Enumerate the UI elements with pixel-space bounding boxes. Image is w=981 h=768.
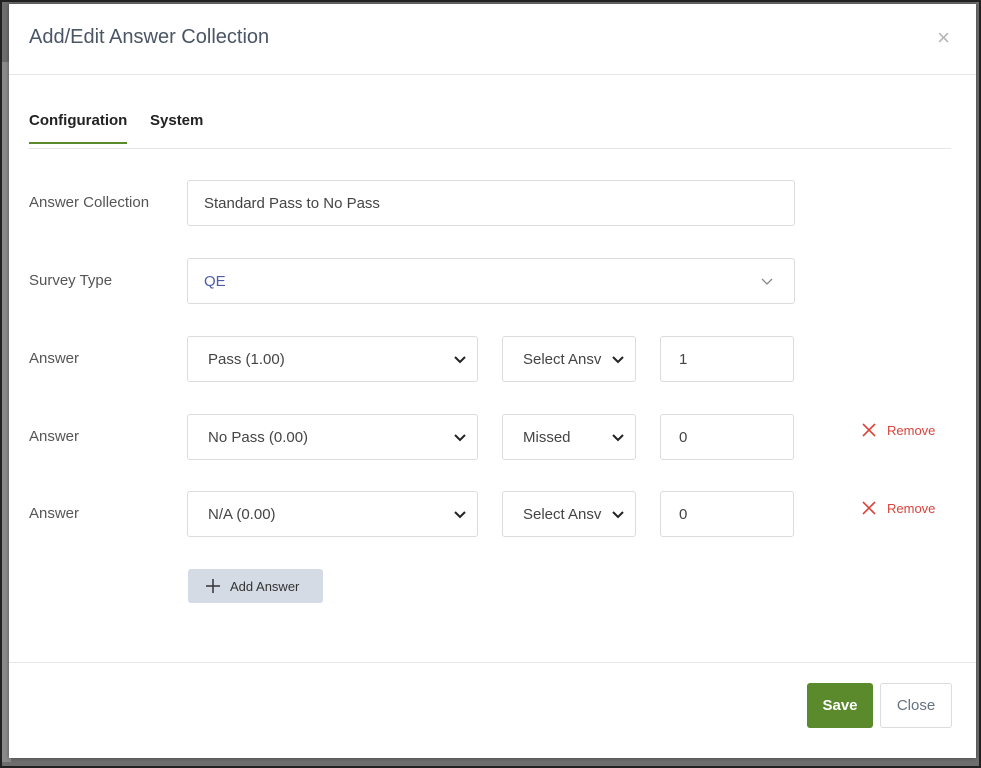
remove-x-icon <box>862 501 876 515</box>
answer-type-select-1[interactable]: Select Ansv <box>502 336 636 382</box>
tab-system[interactable]: System <box>150 112 203 142</box>
tab-bar: Configuration System <box>29 102 951 149</box>
answer-label-2: Answer <box>29 428 80 445</box>
answer-select-value: N/A (0.00) <box>208 505 276 523</box>
answer-collection-label: Answer Collection <box>29 194 150 211</box>
chevron-down-icon <box>454 356 466 364</box>
answer-type-value: Select Ansv <box>523 505 602 523</box>
chevron-down-icon <box>761 278 773 285</box>
chevron-down-icon <box>454 434 466 442</box>
answer-value: 0 <box>679 505 688 523</box>
answer-type-select-3[interactable]: Select Ansv <box>502 491 636 537</box>
dialog-title: Add/Edit Answer Collection <box>29 26 270 48</box>
answer-label-3: Answer <box>29 505 80 522</box>
survey-type-value: QE <box>204 272 226 290</box>
remove-answer-button-3[interactable]: Remove <box>861 500 935 516</box>
chevron-down-icon <box>454 511 466 519</box>
answer-value-input-1[interactable]: 1 <box>660 336 794 382</box>
chevron-down-icon <box>612 434 624 442</box>
answer-select-value: Pass (1.00) <box>208 350 285 368</box>
plus-icon <box>206 579 220 593</box>
save-button[interactable]: Save <box>807 683 873 728</box>
survey-type-select[interactable]: QE <box>187 258 795 304</box>
answer-collection-input[interactable]: Standard Pass to No Pass <box>187 180 795 226</box>
answer-type-value: Missed <box>523 428 571 446</box>
remove-label: Remove <box>887 500 936 516</box>
answer-type-select-2[interactable]: Missed <box>502 414 636 460</box>
answer-select-value: No Pass (0.00) <box>208 428 309 446</box>
footer-divider <box>9 662 976 663</box>
close-button[interactable]: Close <box>880 683 952 728</box>
answer-value: 1 <box>679 350 688 368</box>
chevron-down-icon <box>612 511 624 519</box>
answer-select-2[interactable]: No Pass (0.00) <box>187 414 478 460</box>
answer-value-input-2[interactable]: 0 <box>660 414 794 460</box>
answer-type-value: Select Ansv <box>523 350 602 368</box>
answer-collection-dialog: Add/Edit Answer Collection × Configurati… <box>9 4 976 758</box>
tab-configuration[interactable]: Configuration <box>29 112 128 144</box>
answer-label-1: Answer <box>29 350 80 367</box>
add-answer-button[interactable]: Add Answer <box>188 569 323 603</box>
answer-value: 0 <box>679 428 688 446</box>
dialog-header: Add/Edit Answer Collection × <box>9 4 976 75</box>
remove-x-icon <box>862 423 876 437</box>
add-answer-label: Add Answer <box>230 578 300 594</box>
remove-label: Remove <box>887 422 936 438</box>
answer-select-3[interactable]: N/A (0.00) <box>187 491 478 537</box>
answer-value-input-3[interactable]: 0 <box>660 491 794 537</box>
chevron-down-icon <box>612 356 624 364</box>
answer-collection-value: Standard Pass to No Pass <box>204 194 380 212</box>
close-icon[interactable]: × <box>937 27 950 49</box>
remove-answer-button-2[interactable]: Remove <box>861 422 935 438</box>
survey-type-label: Survey Type <box>29 272 113 289</box>
answer-select-1[interactable]: Pass (1.00) <box>187 336 478 382</box>
